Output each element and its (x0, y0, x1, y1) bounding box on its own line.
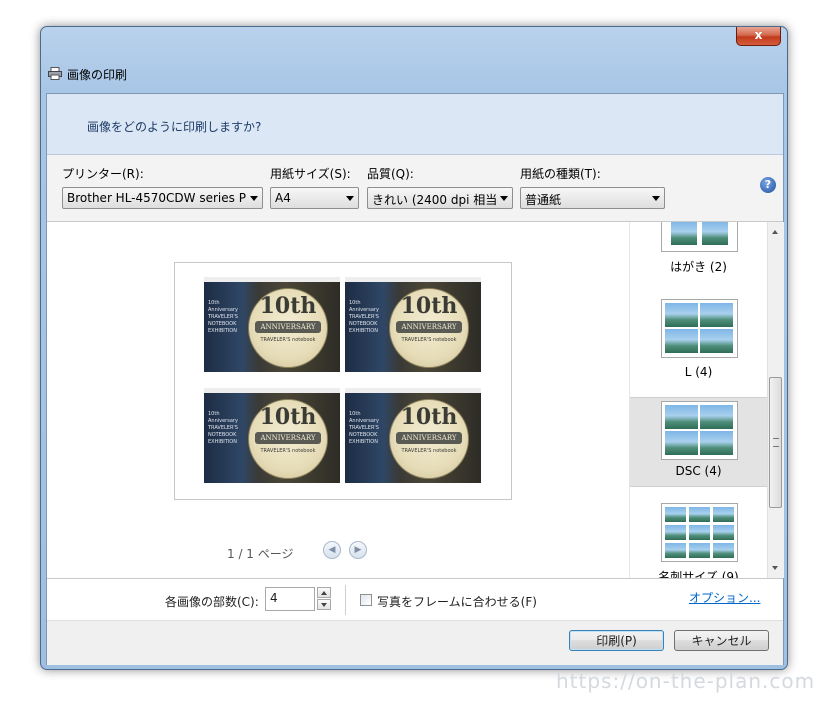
header-prompt: 画像をどのように印刷しますか? (87, 120, 262, 134)
chevron-down-icon (321, 603, 327, 607)
copies-row: 各画像の部数(C): 4 写真をフレームに合わせる(F) オプション... (47, 578, 783, 621)
divider (345, 585, 346, 615)
header-band: 画像をどのように印刷しますか? (47, 94, 783, 155)
chevron-down-icon (652, 196, 660, 201)
anniversary-medallion-image: 10th ANNIVERSARY TRAVELER'S notebook (248, 288, 328, 368)
quality-label: 品質(Q): (367, 167, 414, 181)
cancel-button[interactable]: キャンセル (674, 630, 769, 651)
print-dialog-window: x 画像の印刷 画像をどのように印刷しますか? プリンター(R): Brothe… (40, 26, 788, 670)
chevron-down-icon (500, 196, 508, 201)
print-options-bar: プリンター(R): Brother HL-4570CDW series Pr 用… (47, 155, 783, 222)
layout-label: DSC (4) (675, 464, 722, 478)
layout-item-dsc[interactable]: DSC (4) (630, 397, 767, 487)
copies-input[interactable]: 4 (265, 587, 315, 611)
quality-value: きれい (2400 dpi 相当 (372, 193, 496, 207)
photo-side-text: 10th Anniversary TRAVELER'S NOTEBOOK EXH… (208, 411, 238, 445)
paper-size-select[interactable]: A4 (270, 187, 359, 209)
watermark-text: https://on-the-plan.com (556, 669, 816, 693)
printer-label: プリンター(R): (62, 167, 144, 181)
layout-label: 名刺サイズ (9) (658, 570, 739, 578)
anniversary-medallion-image: 10th ANNIVERSARY TRAVELER'S notebook (248, 399, 328, 479)
paper-type-value: 普通紙 (525, 193, 562, 207)
preview-photo: 10th Anniversary TRAVELER'S NOTEBOOK EXH… (345, 277, 481, 372)
layout-item-l[interactable]: L (4) (630, 294, 767, 386)
preview-photo: 10th Anniversary TRAVELER'S NOTEBOOK EXH… (204, 277, 340, 372)
layout-thumbnail (661, 401, 738, 460)
layout-item-business-card[interactable]: 名刺サイズ (9) (630, 498, 767, 578)
layout-list: はがき (2) L (4) DSC (4) 名刺サイズ (9) (629, 222, 767, 578)
layout-thumbnail (661, 503, 738, 562)
print-preview-pane: 10th Anniversary TRAVELER'S NOTEBOOK EXH… (47, 222, 627, 578)
layout-label: L (4) (684, 365, 713, 379)
preview-page: 10th Anniversary TRAVELER'S NOTEBOOK EXH… (174, 262, 512, 500)
print-button[interactable]: 印刷(P) (569, 630, 664, 651)
copies-decrement-button[interactable] (317, 599, 331, 610)
quality-select[interactable]: きれい (2400 dpi 相当 (367, 187, 513, 209)
layout-thumbnail (661, 299, 738, 358)
copies-label: 各画像の部数(C): (165, 595, 259, 609)
preview-photo: 10th Anniversary TRAVELER'S NOTEBOOK EXH… (204, 388, 340, 483)
preview-photo: 10th Anniversary TRAVELER'S NOTEBOOK EXH… (345, 388, 481, 483)
bottom-panel: 各画像の部数(C): 4 写真をフレームに合わせる(F) オプション... 印刷… (47, 578, 783, 665)
button-row: 印刷(P) キャンセル (47, 620, 783, 665)
close-button[interactable]: x (736, 27, 781, 46)
paper-size-value: A4 (275, 191, 291, 205)
chevron-down-icon (250, 196, 258, 201)
printer-value: Brother HL-4570CDW series Pr (67, 191, 246, 205)
fit-frame-checkbox[interactable] (360, 594, 372, 606)
paper-type-select[interactable]: 普通紙 (520, 187, 665, 209)
copies-increment-button[interactable] (317, 587, 331, 598)
printer-icon (48, 67, 62, 80)
window-title: 画像の印刷 (67, 68, 128, 82)
layout-label: はがき (2) (670, 260, 727, 274)
photo-side-text: 10th Anniversary TRAVELER'S NOTEBOOK EXH… (349, 300, 379, 334)
layout-list-scrollbar[interactable] (767, 222, 784, 578)
options-link[interactable]: オプション... (689, 589, 760, 606)
dialog-client-area: 画像をどのように印刷しますか? プリンター(R): Brother HL-457… (46, 93, 784, 665)
paper-type-label: 用紙の種類(T): (520, 167, 601, 181)
scroll-down-icon[interactable] (772, 566, 778, 570)
printer-select[interactable]: Brother HL-4570CDW series Pr (62, 187, 263, 209)
next-page-button[interactable]: ▶ (349, 541, 367, 559)
prev-page-button[interactable]: ◀ (323, 541, 341, 559)
anniversary-medallion-image: 10th ANNIVERSARY TRAVELER'S notebook (389, 399, 469, 479)
chevron-up-icon (321, 591, 327, 595)
fit-frame-label[interactable]: 写真をフレームに合わせる(F) (377, 593, 537, 610)
photo-side-text: 10th Anniversary TRAVELER'S NOTEBOOK EXH… (208, 300, 238, 334)
scrollbar-thumb[interactable] (769, 377, 782, 508)
help-icon[interactable]: ? (760, 177, 776, 193)
paper-size-label: 用紙サイズ(S): (270, 167, 351, 181)
scroll-up-icon[interactable] (772, 230, 778, 234)
anniversary-medallion-image: 10th ANNIVERSARY TRAVELER'S notebook (389, 288, 469, 368)
page-indicator: 1 / 1 ページ (227, 547, 294, 561)
layout-item-hagaki[interactable]: はがき (2) (630, 222, 767, 284)
layout-thumbnail (661, 222, 738, 252)
photo-side-text: 10th Anniversary TRAVELER'S NOTEBOOK EXH… (349, 411, 379, 445)
chevron-down-icon (346, 196, 354, 201)
